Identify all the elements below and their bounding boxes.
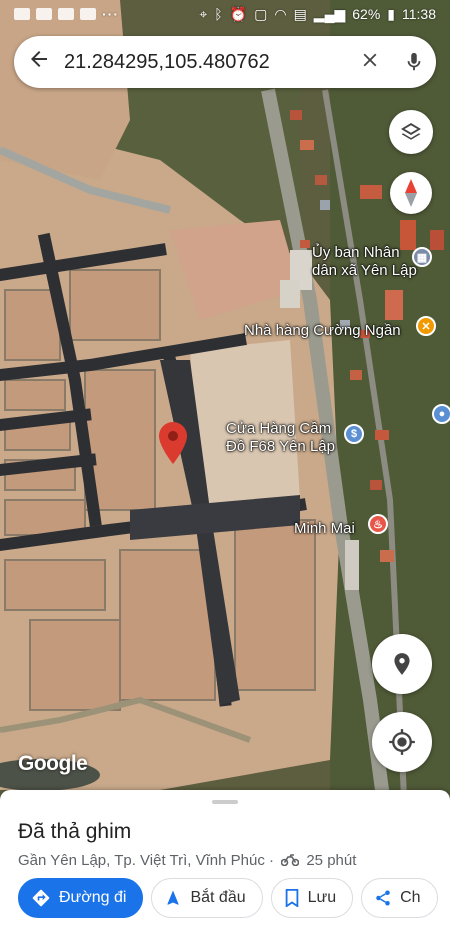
share-button[interactable]: Ch xyxy=(361,878,438,918)
place-title: Đã thả ghim xyxy=(18,820,132,843)
government-building-icon[interactable]: ▦ xyxy=(412,247,432,267)
sim-icon: ▤ xyxy=(293,5,307,22)
navigation-arrow-icon xyxy=(167,890,180,905)
restaurant-icon[interactable]: ✕ xyxy=(416,316,436,336)
compass-button[interactable] xyxy=(390,172,432,214)
bookmark-icon xyxy=(285,889,298,907)
street-view-button[interactable] xyxy=(372,634,432,694)
alarm-icon: ⏰ xyxy=(229,5,248,22)
start-navigation-button[interactable]: Bắt đầu xyxy=(151,878,263,918)
clock: 11:38 xyxy=(402,6,436,22)
share-icon xyxy=(376,890,390,906)
save-button[interactable]: Lưu xyxy=(270,878,354,918)
search-bar xyxy=(14,36,436,88)
street-view-icon xyxy=(394,653,410,675)
pawn-shop-icon[interactable]: $ xyxy=(344,424,364,444)
status-bar: ··· ⌖ ᛒ ⏰ ▢ ◠ ▤ ▂▄▆ 62% ▮ 11:38 xyxy=(0,0,450,28)
nfc-icon: ▢ xyxy=(254,5,268,22)
food-icon[interactable]: ♨ xyxy=(368,514,388,534)
wifi-icon: ◠ xyxy=(274,5,287,22)
satellite-map[interactable] xyxy=(0,0,450,925)
travel-time: 25 phút xyxy=(306,852,357,869)
directions-button[interactable]: Đường đi xyxy=(18,878,144,918)
poi-label-restaurant[interactable]: Nhà hàng Cường Ngần xyxy=(244,322,401,340)
gallery-notification-icon xyxy=(80,8,96,20)
crosshair-icon xyxy=(389,729,415,755)
drag-handle[interactable] xyxy=(212,800,238,804)
search-input[interactable] xyxy=(64,50,348,74)
place-bottom-sheet[interactable]: Đã thả ghim Gần Yên Lập, Tp. Việt Trì, V… xyxy=(0,790,450,925)
zalo-notification-icon xyxy=(36,8,52,20)
action-buttons: Đường đi Bắt đầu Lưu Ch xyxy=(18,878,438,918)
layers-button[interactable] xyxy=(389,110,433,154)
zalo-notification-icon xyxy=(14,8,30,20)
microphone-icon[interactable] xyxy=(392,51,436,73)
satellite-imagery xyxy=(0,0,450,925)
battery-icon: ▮ xyxy=(387,5,395,22)
clear-search-icon[interactable] xyxy=(348,47,392,78)
back-arrow-icon[interactable] xyxy=(14,47,64,78)
compass-icon xyxy=(405,179,417,207)
location-icon: ⌖ xyxy=(199,5,208,22)
signal-icon: ▂▄▆ xyxy=(313,5,346,22)
dropped-pin-icon[interactable] xyxy=(159,422,187,469)
directions-icon xyxy=(32,889,50,907)
place-subtitle: Gần Yên Lập, Tp. Việt Trì, Vĩnh Phúc · 2… xyxy=(18,852,357,870)
poi-label-commune-office[interactable]: Ủy ban Nhân dân xã Yên Lập xyxy=(312,244,417,280)
image-notification-icon xyxy=(58,8,74,20)
my-location-button[interactable] xyxy=(372,712,432,772)
poi-label-pawn-shop[interactable]: Cửa Hàng Cầm Đồ F68 Yên Lập xyxy=(226,420,335,456)
map-pin-icon[interactable]: ● xyxy=(432,404,450,424)
google-logo: Google xyxy=(18,752,88,775)
layers-icon xyxy=(401,123,421,140)
motorcycle-icon xyxy=(280,853,300,870)
poi-label-minh-mai[interactable]: Minh Mai xyxy=(294,520,355,538)
more-notifications-icon: ··· xyxy=(102,6,119,22)
battery-percent: 62% xyxy=(352,6,381,22)
bluetooth-icon: ᛒ xyxy=(214,6,223,22)
